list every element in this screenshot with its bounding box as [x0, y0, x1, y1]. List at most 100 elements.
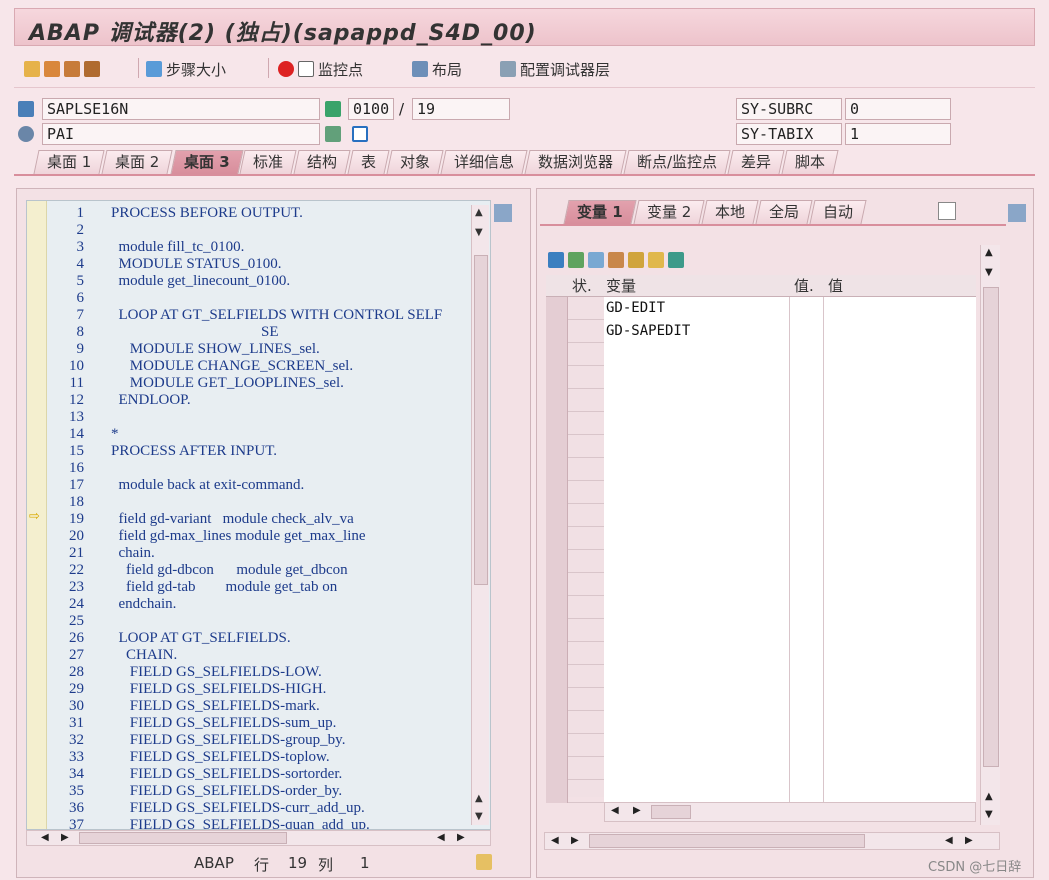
code-line[interactable]: 25 — [27, 613, 487, 630]
append-icon[interactable] — [588, 252, 604, 268]
code-line[interactable]: 22 field gd-dbcon module get_dbcon — [27, 562, 487, 579]
sy-tabix-value[interactable]: 1 — [845, 123, 951, 145]
variable-name-cell[interactable] — [604, 412, 790, 435]
col-value-header[interactable]: 值 — [824, 275, 976, 297]
configure-button[interactable]: 配置调试器层 — [500, 58, 610, 80]
value-cell[interactable] — [824, 320, 976, 343]
variable-row[interactable] — [546, 688, 976, 711]
code-vertical-scrollbar[interactable]: ▲ ▼ ▲ ▼ — [471, 205, 489, 825]
value-short-cell[interactable] — [790, 665, 824, 688]
code-line[interactable]: 20 field gd-max_lines module get_max_lin… — [27, 528, 487, 545]
variable-row[interactable] — [546, 343, 976, 366]
value-short-cell[interactable] — [790, 711, 824, 734]
value-cell[interactable] — [824, 412, 976, 435]
variable-tab-2[interactable]: 变量 2 — [633, 200, 705, 224]
code-line[interactable]: 11 MODULE GET_LOOPLINES_sel. — [27, 375, 487, 392]
var-scroll-down2-icon[interactable]: ▼ — [985, 809, 993, 820]
tab-list-icon[interactable] — [938, 202, 956, 220]
var-vertical-scrollbar[interactable]: ▲ ▼ ▲ ▼ — [980, 245, 1000, 825]
code-line[interactable]: 12 ENDLOOP. — [27, 392, 487, 409]
code-line[interactable]: 16 — [27, 460, 487, 477]
variable-row[interactable] — [546, 527, 976, 550]
code-line[interactable]: 4 MODULE STATUS_0100. — [27, 256, 487, 273]
variable-name-cell[interactable] — [604, 504, 790, 527]
screen-number-field[interactable]: 0100 — [348, 98, 394, 120]
value-short-cell[interactable] — [790, 619, 824, 642]
variable-name-cell[interactable] — [604, 343, 790, 366]
value-cell[interactable] — [824, 458, 976, 481]
row-selector[interactable] — [546, 435, 568, 458]
variable-name-cell[interactable] — [604, 665, 790, 688]
main-tab-12[interactable]: 脚本 — [781, 150, 840, 174]
row-selector[interactable] — [546, 320, 568, 343]
filter-icon[interactable] — [668, 252, 684, 268]
code-line[interactable]: 15 PROCESS AFTER INPUT. — [27, 443, 487, 460]
row-selector[interactable] — [546, 757, 568, 780]
main-tab-9[interactable]: 数据浏览器 — [524, 150, 627, 174]
row-selector[interactable] — [546, 642, 568, 665]
code-line[interactable]: 1 PROCESS BEFORE OUTPUT. — [27, 205, 487, 222]
layout-button[interactable]: 布局 — [412, 58, 462, 80]
code-line[interactable]: 21 chain. — [27, 545, 487, 562]
row-selector[interactable] — [546, 366, 568, 389]
main-tab-6[interactable]: 表 — [347, 150, 390, 174]
main-tab-2[interactable]: 桌面 2 — [101, 150, 174, 174]
var-hs-right-icon[interactable]: ▶ — [571, 835, 579, 846]
value-cell[interactable] — [824, 550, 976, 573]
sy-subrc-value[interactable]: 0 — [845, 98, 951, 120]
value-cell[interactable] — [824, 343, 976, 366]
code-line[interactable]: 34 FIELD GS_SELFIELDS-sortorder. — [27, 766, 487, 783]
variable-row[interactable] — [546, 711, 976, 734]
value-cell[interactable] — [824, 734, 976, 757]
value-cell[interactable] — [824, 389, 976, 412]
var-hs-left2-icon[interactable]: ◀ — [945, 835, 953, 846]
value-cell[interactable] — [824, 688, 976, 711]
var-hs-left-icon[interactable]: ◀ — [551, 835, 559, 846]
value-cell[interactable] — [824, 297, 976, 320]
step-size-button[interactable]: 步骤大小 — [146, 58, 226, 80]
main-tab-3[interactable]: 桌面 3 — [170, 150, 243, 174]
code-line[interactable]: 28 FIELD GS_SELFIELDS-LOW. — [27, 664, 487, 681]
variable-row[interactable] — [546, 504, 976, 527]
variable-tab-4[interactable]: 全局 — [755, 200, 813, 224]
var-services-icon[interactable] — [1008, 204, 1026, 222]
variable-name-cell[interactable] — [604, 757, 790, 780]
main-tab-10[interactable]: 断点/监控点 — [623, 150, 732, 174]
value-cell[interactable] — [824, 504, 976, 527]
variable-row[interactable] — [546, 596, 976, 619]
value-cell[interactable] — [824, 596, 976, 619]
var-hscroll-thumb[interactable] — [651, 805, 691, 819]
scroll-up-icon[interactable]: ▲ — [475, 207, 483, 218]
code-line[interactable]: 26 LOOP AT GT_SELFIELDS. — [27, 630, 487, 647]
single-step-icon[interactable] — [24, 61, 40, 77]
col-val-short-header[interactable]: 值. — [790, 275, 824, 297]
code-line[interactable]: 36 FIELD GS_SELFIELDS-curr_add_up. — [27, 800, 487, 817]
col-status-header[interactable]: 状. — [568, 275, 604, 297]
code-line[interactable]: 3 module fill_tc_0100. — [27, 239, 487, 256]
code-horizontal-scrollbar[interactable]: ◀ ▶ ◀ ▶ — [26, 830, 491, 846]
var-hscroll-left-icon[interactable]: ◀ — [611, 805, 619, 816]
main-tab-5[interactable]: 结构 — [293, 150, 351, 174]
value-short-cell[interactable] — [790, 412, 824, 435]
variable-row[interactable] — [546, 481, 976, 504]
code-line[interactable]: 37 FIELD GS_SELFIELDS-quan_add_up. — [27, 817, 487, 829]
value-cell[interactable] — [824, 366, 976, 389]
variable-row[interactable] — [546, 642, 976, 665]
scroll-right2-icon[interactable]: ▶ — [457, 832, 465, 843]
code-line[interactable]: 18 — [27, 494, 487, 511]
variable-row[interactable] — [546, 458, 976, 481]
variable-tab-5[interactable]: 自动 — [809, 200, 867, 224]
scroll-up-bottom-icon[interactable]: ▲ — [475, 793, 483, 804]
variable-name-cell[interactable] — [604, 389, 790, 412]
code-line[interactable]: 8 SE — [27, 324, 487, 341]
variable-row[interactable] — [546, 366, 976, 389]
row-selector[interactable] — [546, 596, 568, 619]
code-line[interactable]: 24 endchain. — [27, 596, 487, 613]
code-line[interactable]: 32 FIELD GS_SELFIELDS-group_by. — [27, 732, 487, 749]
variable-row[interactable] — [546, 573, 976, 596]
variable-name-cell[interactable] — [604, 734, 790, 757]
code-line[interactable]: 27 CHAIN. — [27, 647, 487, 664]
var-hs-right2-icon[interactable]: ▶ — [965, 835, 973, 846]
variable-name-cell[interactable]: GD-SAPEDIT — [604, 320, 790, 343]
code-line[interactable]: 30 FIELD GS_SELFIELDS-mark. — [27, 698, 487, 715]
